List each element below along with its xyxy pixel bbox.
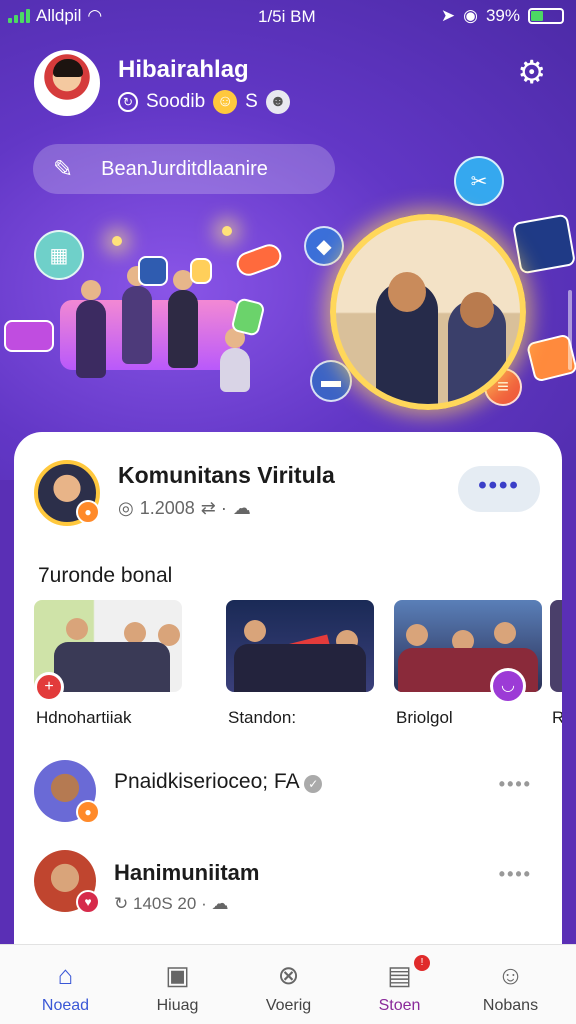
search-pill[interactable]: ✎ BeanJurditdlaanire [33, 144, 335, 194]
red-badge-icon: + [34, 672, 64, 702]
community-avatar[interactable]: ● [34, 460, 100, 526]
list-avatar: ♥ [34, 850, 100, 914]
battery-icon [528, 8, 564, 24]
thumbnail-label: Standon: [228, 708, 297, 727]
location-icon: ➤ [440, 6, 456, 25]
tab-label: Nobans [482, 997, 539, 1014]
store-icon: ▤ [387, 960, 412, 990]
featured-photo-ring[interactable] [330, 214, 526, 410]
settings-gear-icon[interactable]: ⚙ [517, 56, 546, 88]
thumbnail-card[interactable] [226, 600, 374, 692]
dancer-figure [76, 280, 106, 378]
heart-badge-icon: ♥ [76, 890, 100, 914]
thumbnail-label: R [552, 708, 562, 727]
tab-profile[interactable]: ☺ Nobans [453, 945, 568, 1024]
tab-tools[interactable]: ⊗ Voerig [231, 945, 346, 1024]
list-title-text: Hanimuniitam [114, 860, 260, 885]
status-circle-icon: ↻ [118, 92, 138, 112]
face-emoji-icon: ☻ [265, 90, 290, 114]
tab-label: Noead [41, 997, 90, 1014]
profile-subtitle: ↻ Soodib ☺ S ☻ [118, 90, 290, 114]
list-title-text: Pnaidkiserioceo; FA [114, 770, 299, 793]
tab-label: Hiuag [156, 997, 199, 1014]
list-more-button[interactable]: •••• [499, 774, 532, 795]
tooth-bubble-icon: ◆ [304, 226, 344, 266]
home-icon: ⌂ [57, 960, 74, 990]
gallery-icon: ▣ [165, 960, 190, 990]
alarm-icon: ◉ [463, 6, 478, 25]
community-meta: ◎ 1.2008 ⇄ · ☁ [118, 498, 251, 519]
thumbnail-label: Briolgol [396, 708, 453, 727]
tool-bubble-icon: ✂ [454, 156, 504, 206]
orange-badge-icon: ● [76, 500, 100, 524]
signal-icon [8, 9, 30, 23]
list-item[interactable]: ● Pnaidkiserioceo; FA ✓ •••• [34, 760, 542, 830]
floating-ribbon [233, 240, 285, 280]
profile-subtitle-extra: S [245, 91, 258, 112]
community-sheet: ● Komunitans Viritula ◎ 1.2008 ⇄ · ☁ •••… [14, 432, 562, 972]
profile-icon: ☺ [497, 960, 524, 990]
floating-card [190, 258, 212, 284]
hero-banner: Alldpil ◠ 1/5i BM ➤ ◉ 39% Hibairahlag ↻ … [0, 0, 576, 480]
tab-label: Stoen [378, 997, 421, 1014]
list-meta-text: 140S 20 [132, 894, 197, 913]
tab-store[interactable]: ▤ ! Stoen [342, 945, 457, 1024]
community-member-count: 1.2008 [139, 498, 195, 518]
community-title: Komunitans Viritula [118, 462, 335, 488]
thumbnail-label: Hdnohartiiak [36, 708, 132, 727]
cloud-icon: · ☁ [201, 894, 229, 913]
list-more-button[interactable]: •••• [499, 864, 532, 885]
status-bar: Alldpil ◠ 1/5i BM ➤ ◉ 39% [0, 0, 576, 34]
thumbnail-card[interactable] [550, 600, 562, 692]
members-icon: ◎ [118, 498, 134, 518]
tab-gallery[interactable]: ▣ Hiuag [120, 945, 235, 1024]
community-more-button[interactable]: •••• [458, 466, 540, 512]
spotlight-spark [222, 226, 232, 236]
notification-badge: ! [414, 955, 430, 971]
profile-subtitle-text: Soodib [146, 91, 206, 112]
tools-icon: ⊗ [277, 960, 300, 990]
wifi-icon: ◠ [87, 6, 103, 25]
dancer-figure [168, 270, 198, 368]
tab-home[interactable]: ⌂ Noead [8, 945, 123, 1024]
scroll-indicator [568, 290, 572, 370]
floating-card [4, 320, 54, 352]
members-icon: ↻ [114, 894, 129, 913]
list-meta: ↻ 140S 20 · ☁ [114, 894, 228, 914]
thumbnail-carousel[interactable]: + Hdnohartiiak Standon: ◡ Briolgol R [34, 600, 562, 730]
profile-name: Hibairahlag [118, 56, 249, 83]
status-time: 1/5i BM [258, 7, 316, 26]
share-icon: ⇄ · [200, 498, 227, 518]
smile-emoji-icon: ☺ [213, 90, 238, 114]
purple-badge-icon: ◡ [490, 668, 526, 704]
floating-card [138, 256, 168, 286]
verified-icon: ✓ [304, 775, 323, 793]
profile-avatar[interactable] [34, 50, 100, 116]
list-avatar: ● [34, 760, 100, 824]
list-item[interactable]: ♥ Hanimuniitam ↻ 140S 20 · ☁ •••• [34, 850, 542, 920]
clapper-bubble-icon: ▦ [34, 230, 84, 280]
orange-badge-icon: ● [76, 800, 100, 824]
section-title: 7uronde bonal [38, 564, 173, 587]
magic-wand-icon: ✎ [53, 155, 74, 183]
carrier-name: Alldpil [36, 6, 82, 25]
cloud-icon: ☁ [232, 498, 251, 518]
tab-label: Voerig [265, 997, 312, 1014]
search-label: BeanJurditdlaanire [101, 157, 268, 180]
dancer-figure [122, 266, 152, 364]
child-figure [220, 328, 250, 392]
bottom-tab-bar: ⌂ Noead ▣ Hiuag ⊗ Voerig ▤ ! Stoen ☺ Nob… [0, 944, 576, 1024]
floating-photo [511, 213, 576, 275]
battery-percent: 39% [485, 6, 520, 25]
spotlight-spark [112, 236, 122, 246]
list-title: Pnaidkiserioceo; FA ✓ [114, 770, 323, 794]
